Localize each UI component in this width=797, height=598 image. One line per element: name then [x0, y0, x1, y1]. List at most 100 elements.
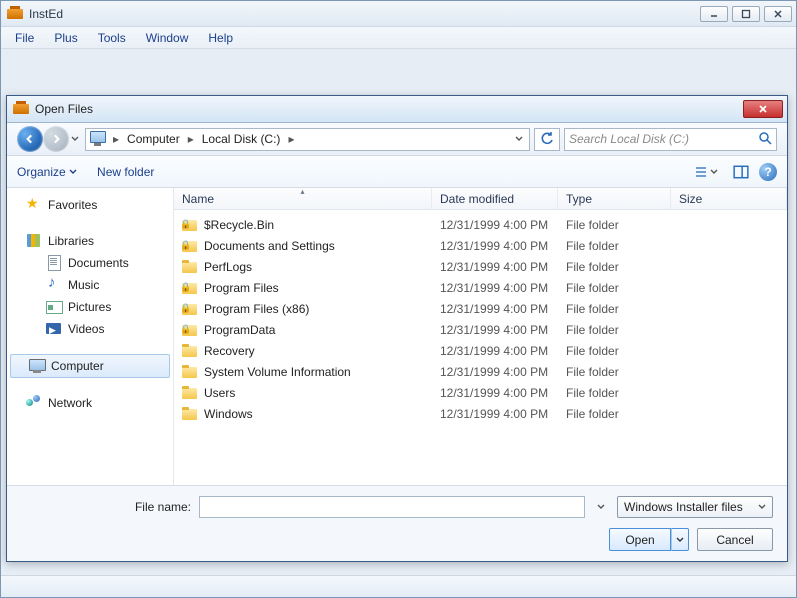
menu-plus[interactable]: Plus: [44, 29, 87, 47]
dialog-titlebar[interactable]: Open Files: [7, 96, 787, 123]
file-row[interactable]: System Volume Information 12/31/1999 4:00…: [174, 361, 787, 382]
file-name: Windows: [204, 407, 253, 421]
file-date: 12/31/1999 4:00 PM: [432, 344, 558, 358]
chevron-right-icon[interactable]: ▸: [284, 132, 298, 146]
chevron-down-icon: [710, 165, 718, 179]
titlebar[interactable]: InstEd: [1, 1, 796, 27]
folder-icon: [182, 406, 198, 422]
toolbar: Organize New folder ?: [7, 156, 787, 188]
file-row[interactable]: Documents and Settings12/31/1999 4:00 PM…: [174, 235, 787, 256]
file-name: ProgramData: [204, 323, 275, 337]
history-dropdown[interactable]: [69, 132, 81, 146]
nav-documents[interactable]: Documents: [8, 252, 172, 274]
file-rows: $Recycle.Bin12/31/1999 4:00 PMFile folde…: [174, 210, 787, 485]
breadcrumb-computer[interactable]: Computer: [123, 129, 184, 150]
video-icon: [46, 321, 62, 337]
filename-input[interactable]: [199, 496, 585, 518]
computer-icon: [89, 130, 107, 148]
file-row[interactable]: Users12/31/1999 4:00 PMFile folder: [174, 382, 787, 403]
menu-help[interactable]: Help: [198, 29, 243, 47]
file-type: File folder: [558, 365, 671, 379]
breadcrumb-dropdown[interactable]: [510, 132, 528, 146]
file-type: File folder: [558, 218, 671, 232]
open-split-button[interactable]: [671, 528, 689, 551]
dialog-footer: File name: Windows Installer files Open …: [7, 485, 787, 561]
chevron-down-icon: [758, 500, 766, 514]
app-title: InstEd: [29, 7, 63, 21]
search-input[interactable]: Search Local Disk (C:): [564, 128, 777, 151]
chevron-right-icon[interactable]: ▸: [109, 132, 123, 146]
file-type-filter[interactable]: Windows Installer files: [617, 496, 773, 518]
col-date[interactable]: Date modified: [432, 188, 558, 209]
open-file-dialog: Open Files ▸ Computer ▸ Local Disk (C:) …: [6, 95, 788, 562]
cancel-button[interactable]: Cancel: [697, 528, 773, 551]
menu-file[interactable]: File: [5, 29, 44, 47]
file-name: Recovery: [204, 344, 255, 358]
nav-libraries[interactable]: Libraries: [8, 230, 172, 252]
filename-history-dropdown[interactable]: [593, 500, 609, 514]
nav-computer[interactable]: Computer: [10, 354, 170, 378]
file-row[interactable]: Recovery12/31/1999 4:00 PMFile folder: [174, 340, 787, 361]
chevron-right-icon[interactable]: ▸: [184, 132, 198, 146]
preview-pane-button[interactable]: [733, 164, 749, 180]
minimize-button[interactable]: [700, 6, 728, 22]
file-name: $Recycle.Bin: [204, 218, 274, 232]
file-date: 12/31/1999 4:00 PM: [432, 365, 558, 379]
file-type: File folder: [558, 302, 671, 316]
organize-button[interactable]: Organize: [17, 165, 77, 179]
back-button[interactable]: [17, 126, 43, 152]
file-row[interactable]: Program Files 12/31/1999 4:00 PMFile fold…: [174, 277, 787, 298]
nav-network[interactable]: Network: [8, 392, 172, 414]
file-row[interactable]: Windows12/31/1999 4:00 PMFile folder: [174, 403, 787, 424]
file-date: 12/31/1999 4:00 PM: [432, 323, 558, 337]
nav-pictures[interactable]: Pictures: [8, 296, 172, 318]
refresh-button[interactable]: [534, 128, 560, 151]
open-button[interactable]: Open: [609, 528, 671, 551]
view-mode-button[interactable]: [689, 162, 723, 182]
network-icon: [26, 395, 42, 411]
breadcrumb[interactable]: ▸ Computer ▸ Local Disk (C:) ▸: [85, 128, 530, 151]
file-row[interactable]: ProgramData12/31/1999 4:00 PMFile folder: [174, 319, 787, 340]
maximize-button[interactable]: [732, 6, 760, 22]
breadcrumb-drive[interactable]: Local Disk (C:): [198, 129, 285, 150]
menu-tools[interactable]: Tools: [88, 29, 136, 47]
file-row[interactable]: $Recycle.Bin12/31/1999 4:00 PMFile folde…: [174, 214, 787, 235]
search-placeholder: Search Local Disk (C:): [569, 132, 689, 146]
file-date: 12/31/1999 4:00 PM: [432, 260, 558, 274]
dialog-close-button[interactable]: [743, 100, 783, 118]
nav-videos[interactable]: Videos: [8, 318, 172, 340]
folder-icon: [182, 280, 198, 296]
dialog-title: Open Files: [35, 102, 93, 116]
folder-icon: [182, 217, 198, 233]
nav-favorites[interactable]: Favorites: [8, 194, 172, 216]
nav-music[interactable]: Music: [8, 274, 172, 296]
file-date: 12/31/1999 4:00 PM: [432, 239, 558, 253]
picture-icon: [46, 299, 62, 315]
forward-button[interactable]: [43, 126, 69, 152]
file-name: System Volume Information: [204, 365, 351, 379]
file-row[interactable]: Program Files (x86)12/31/1999 4:00 PMFil…: [174, 298, 787, 319]
filename-label: File name:: [21, 500, 191, 514]
search-icon: [758, 131, 772, 148]
document-icon: [46, 255, 62, 271]
folder-icon: [182, 301, 198, 317]
file-list: Name▴ Date modified Type Size $Recycle.B…: [174, 188, 787, 485]
col-name[interactable]: Name▴: [174, 188, 432, 209]
file-row[interactable]: PerfLogs12/31/1999 4:00 PMFile folder: [174, 256, 787, 277]
folder-icon: [182, 322, 198, 338]
col-type[interactable]: Type: [558, 188, 671, 209]
file-type: File folder: [558, 281, 671, 295]
close-button[interactable]: [764, 6, 792, 22]
file-date: 12/31/1999 4:00 PM: [432, 281, 558, 295]
help-button[interactable]: ?: [759, 163, 777, 181]
star-icon: [26, 197, 42, 213]
folder-icon: [182, 364, 198, 380]
chevron-down-icon: [69, 165, 77, 179]
file-name: Users: [204, 386, 235, 400]
col-size[interactable]: Size: [671, 188, 787, 209]
file-name: Program Files (x86): [204, 302, 309, 316]
file-name: Program Files: [204, 281, 279, 295]
new-folder-button[interactable]: New folder: [97, 165, 154, 179]
computer-icon: [29, 358, 45, 374]
menu-window[interactable]: Window: [136, 29, 199, 47]
